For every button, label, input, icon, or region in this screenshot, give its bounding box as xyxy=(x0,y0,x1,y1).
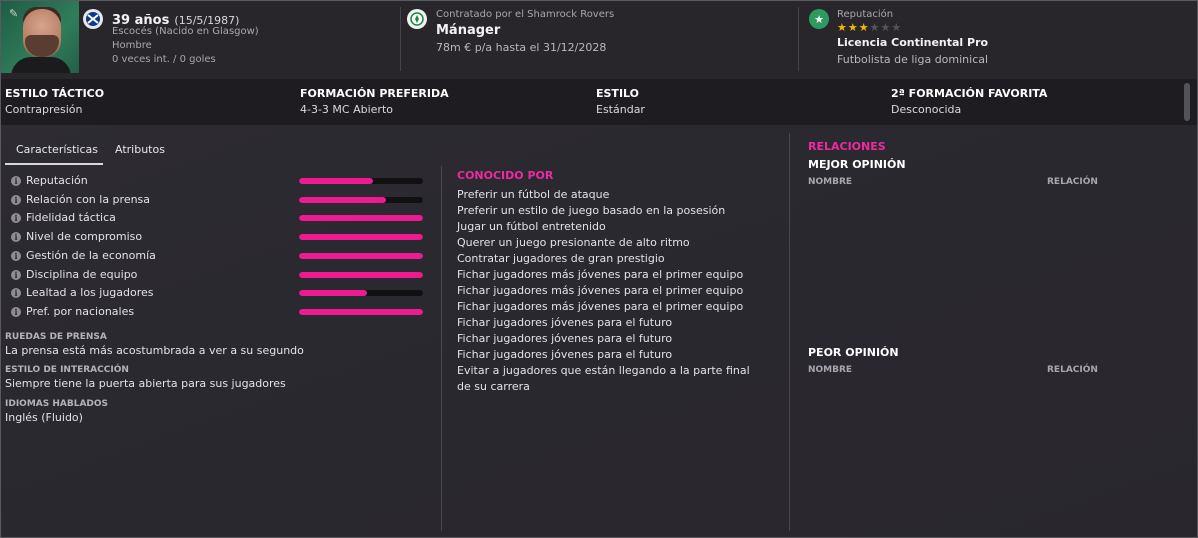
nationality[interactable]: Escocés (Nacido en Glasgow) xyxy=(112,26,259,37)
attribute-label: Pref. por nacionales xyxy=(26,304,135,318)
avatar[interactable]: ✎ xyxy=(1,1,79,73)
pencil-icon[interactable]: ✎ xyxy=(9,7,18,20)
languages-spoken: IDIOMAS HABLADOS Inglés (Fluido) xyxy=(5,399,109,424)
tactic-style: ESTILO TÁCTICO Contrapresión xyxy=(5,87,105,116)
contract-label[interactable]: Contratado por el Shamrock Rovers xyxy=(436,9,614,20)
star-filled-icon: ★ xyxy=(847,21,859,34)
info-icon[interactable]: i xyxy=(11,288,21,299)
attribute-bar-fill xyxy=(299,290,368,297)
interaction-style: ESTILO DE INTERACCIÓN Siempre tiene la p… xyxy=(5,365,286,390)
attribute-row[interactable]: i Reputación xyxy=(11,173,431,191)
column-divider xyxy=(441,166,442,531)
gender: Hombre xyxy=(112,40,152,51)
attribute-row[interactable]: i Pref. por nacionales xyxy=(11,304,431,322)
attribute-bar-fill xyxy=(299,215,423,222)
column-divider xyxy=(789,133,790,531)
attribute-bar xyxy=(299,178,423,184)
salary: 78m € p/a hasta el 31/12/2028 xyxy=(436,41,607,54)
known-for-item: Jugar un fútbol entretenido xyxy=(457,220,606,233)
attribute-label: Nivel de compromiso xyxy=(26,230,143,244)
attribute-bar xyxy=(299,234,423,241)
star-empty-icon: ★ xyxy=(880,21,892,34)
worst-col-relation[interactable]: RELACIÓN xyxy=(1047,365,1098,375)
scrollbar[interactable] xyxy=(1184,83,1190,121)
best-col-relation[interactable]: RELACIÓN xyxy=(1047,177,1098,187)
info-icon[interactable]: i xyxy=(11,269,21,280)
reputation-level: Futbolista de liga dominical xyxy=(837,53,989,66)
active-tab-indicator xyxy=(5,163,103,165)
attribute-label: Lealtad a los jugadores xyxy=(26,286,154,300)
relations-title: RELACIONES xyxy=(808,140,886,153)
star-empty-icon: ★ xyxy=(869,21,881,34)
attribute-row[interactable]: i Relación con la prensa xyxy=(11,192,431,210)
profile-header: ✎ 39 años (15/5/1987) Escocés (Nacido en… xyxy=(1,1,1197,79)
international-caps: 0 veces int. / 0 goles xyxy=(112,54,216,65)
attribute-bar xyxy=(299,308,423,315)
attribute-row[interactable]: i Disciplina de equipo xyxy=(11,267,431,285)
attribute-bar-fill xyxy=(299,252,423,259)
tab-attributes[interactable]: Atributos xyxy=(115,143,165,156)
attribute-bar xyxy=(299,271,423,278)
known-for-item: Fichar jugadores más jóvenes para el pri… xyxy=(457,284,744,297)
best-opinion-title: MEJOR OPINIÓN xyxy=(808,158,906,171)
best-col-name[interactable]: NOMBRE xyxy=(808,177,852,187)
attribute-bar xyxy=(299,252,423,259)
attribute-row[interactable]: i Nivel de compromiso xyxy=(11,229,431,247)
flag-icon xyxy=(83,9,103,29)
info-icon[interactable]: i xyxy=(11,194,21,205)
known-for-item: Fichar jugadores jóvenes para el futuro xyxy=(457,316,673,329)
press-conferences: RUEDAS DE PRENSA La prensa está más acos… xyxy=(5,332,304,357)
worst-opinion-title: PEOR OPINIÓN xyxy=(808,346,899,359)
info-icon[interactable]: i xyxy=(11,176,21,186)
second-formation: 2ª FORMACIÓN FAVORITA Desconocida xyxy=(891,87,1048,116)
info-icon[interactable]: i xyxy=(11,306,21,317)
worst-col-name[interactable]: NOMBRE xyxy=(808,365,852,375)
info-icon[interactable]: i xyxy=(11,250,21,261)
known-for-item: Fichar jugadores más jóvenes para el pri… xyxy=(457,268,744,281)
manager-profile-panel: ✎ 39 años (15/5/1987) Escocés (Nacido en… xyxy=(0,0,1198,538)
known-for-item: Fichar jugadores más jóvenes para el pri… xyxy=(457,300,744,313)
attribute-bar-fill xyxy=(299,196,386,203)
known-for-item: Fichar jugadores jóvenes para el futuro xyxy=(457,332,673,345)
preferred-formation: FORMACIÓN PREFERIDA 4-3-3 MC Abierto xyxy=(300,87,449,116)
style: ESTILO Estándar xyxy=(596,87,645,116)
attribute-bar-fill xyxy=(299,271,423,278)
attribute-bar-fill xyxy=(299,308,423,315)
reputation-label: Reputación xyxy=(837,9,894,20)
license: Licencia Continental Pro xyxy=(837,36,989,49)
tab-bar: Características Atributos xyxy=(5,133,245,165)
star-filled-icon: ★ xyxy=(837,21,848,34)
known-for-item: Evitar a jugadores que están llegando a … xyxy=(457,364,750,393)
tactics-bar: ESTILO TÁCTICO Contrapresión FORMACIÓN P… xyxy=(1,79,1197,125)
attribute-label: Reputación xyxy=(26,174,88,187)
known-for-item: Querer un juego presionante de alto ritm… xyxy=(457,236,690,249)
reputation-stars: ★★★★★★ xyxy=(837,21,902,34)
known-for-item: Fichar jugadores jóvenes para el futuro xyxy=(457,348,673,361)
known-for-title: CONOCIDO POR xyxy=(457,169,554,182)
attribute-bar xyxy=(299,215,423,222)
attribute-row[interactable]: i Gestión de la economía xyxy=(11,248,431,266)
attribute-row[interactable]: i Fidelidad táctica xyxy=(11,210,431,228)
star-filled-icon: ★ xyxy=(858,21,870,34)
attribute-label: Gestión de la economía xyxy=(26,248,156,262)
role: Mánager xyxy=(436,23,501,38)
attribute-label: Relación con la prensa xyxy=(26,192,151,206)
known-for-item: Preferir un fútbol de ataque xyxy=(457,188,610,201)
club-badge-icon[interactable] xyxy=(407,9,427,29)
attribute-label: Fidelidad táctica xyxy=(26,211,116,225)
attribute-bar xyxy=(299,196,423,203)
attribute-bar-fill xyxy=(299,234,423,241)
tab-characteristics[interactable]: Características xyxy=(16,143,98,156)
known-for-item: Contratar jugadores de gran prestigio xyxy=(457,252,665,265)
attribute-row[interactable]: i Lealtad a los jugadores xyxy=(11,285,431,303)
star-empty-icon: ★ xyxy=(891,21,903,34)
info-icon[interactable]: i xyxy=(11,232,21,243)
attribute-bar-fill xyxy=(299,178,374,184)
star-badge-icon: ★ xyxy=(809,9,829,29)
attribute-label: Disciplina de equipo xyxy=(26,267,138,281)
attribute-bar xyxy=(299,290,423,297)
info-icon[interactable]: i xyxy=(11,213,21,224)
known-for-list: Preferir un fútbol de ataque Preferir un … xyxy=(457,187,757,395)
known-for-item: Preferir un estilo de juego basado en la… xyxy=(457,204,726,217)
